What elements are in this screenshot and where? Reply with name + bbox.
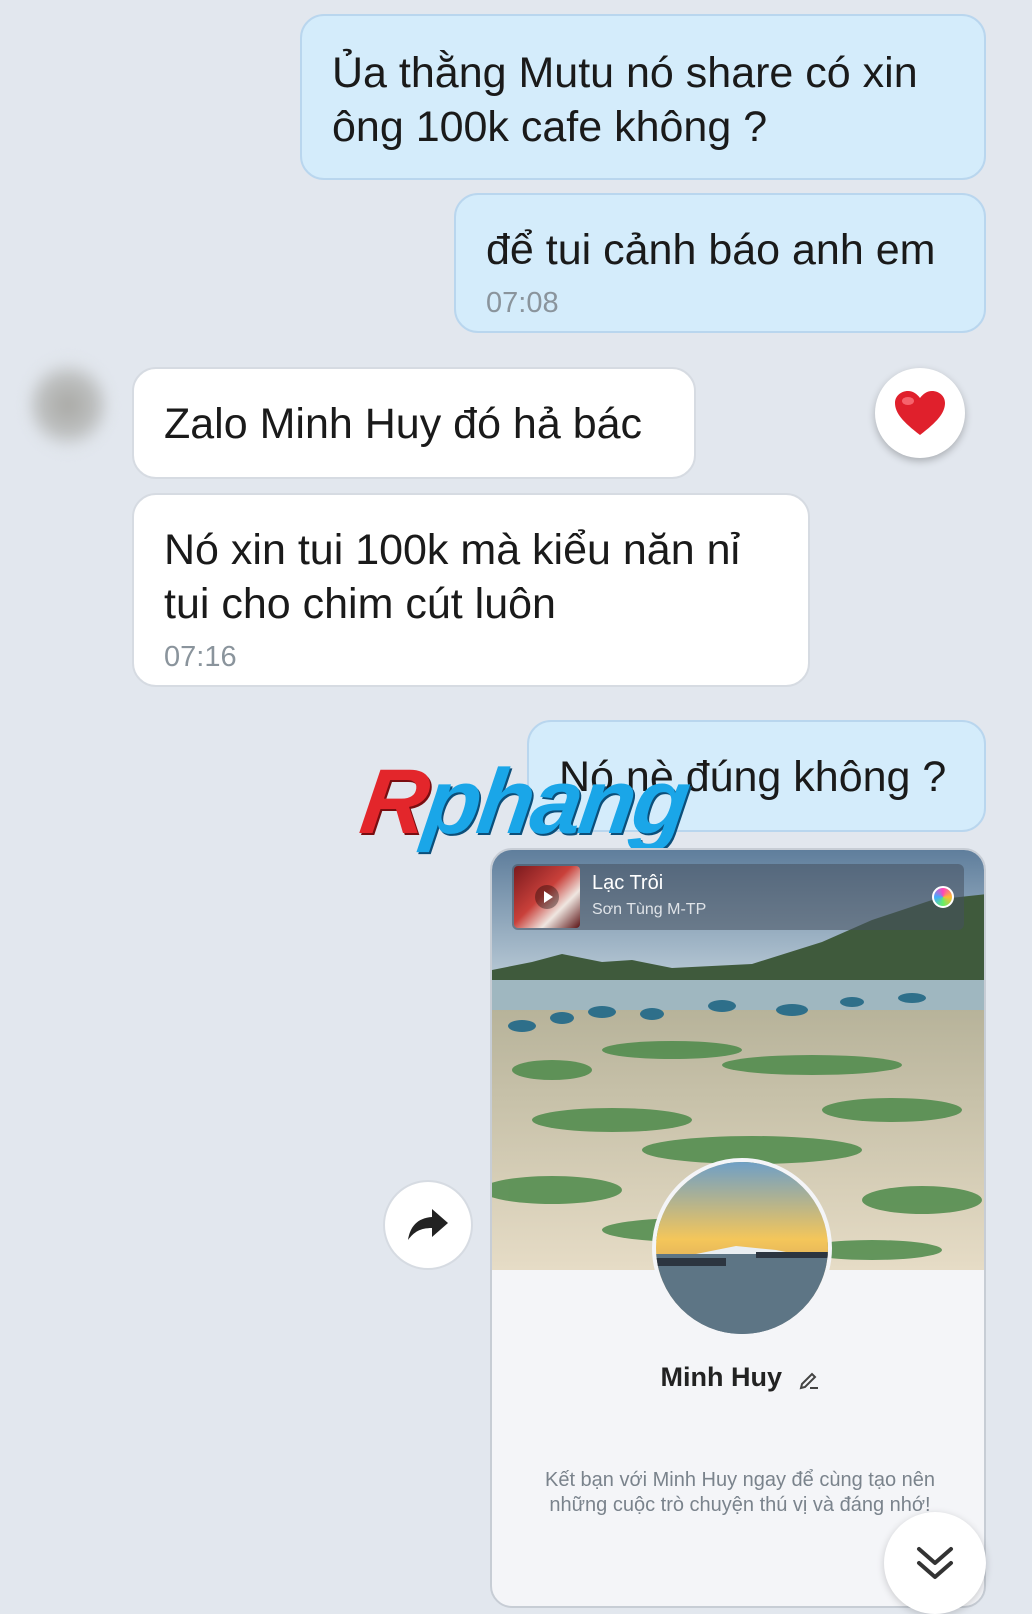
play-icon[interactable] — [534, 884, 560, 910]
message-timestamp: 07:16 — [164, 641, 237, 673]
message-bubble-sent[interactable]: để tui cảnh báo anh em 07:08 — [454, 193, 986, 333]
profile-name: Minh Huy — [492, 1362, 984, 1393]
message-bubble-received[interactable]: Zalo Minh Huy đó hả bác — [132, 367, 696, 479]
music-thumbnail — [514, 866, 580, 928]
message-text: Ủa thằng Mutu nó share có xin ông 100k c… — [332, 49, 918, 151]
scroll-to-bottom-button[interactable] — [884, 1512, 986, 1614]
heart-icon — [895, 391, 945, 435]
profile-avatar[interactable] — [652, 1158, 832, 1338]
forward-button[interactable] — [383, 1180, 473, 1270]
reaction-button[interactable] — [875, 368, 965, 458]
message-text: để tui cảnh báo anh em — [486, 226, 936, 274]
edit-pencil-icon[interactable] — [798, 1368, 820, 1390]
message-timestamp: 07:08 — [486, 287, 559, 319]
avatar-photo — [656, 1162, 828, 1334]
profile-name-text: Minh Huy — [660, 1362, 782, 1392]
music-disc-icon — [932, 886, 954, 908]
watermark-logo: Rphang — [355, 751, 694, 853]
message-text: Zalo Minh Huy đó hả bác — [164, 400, 643, 448]
message-bubble-sent[interactable]: Ủa thằng Mutu nó share có xin ông 100k c… — [300, 14, 986, 180]
profile-share-card[interactable]: Lạc Trôi Sơn Tùng M-TP Minh Huy Kết bạn … — [490, 848, 986, 1608]
message-bubble-received[interactable]: Nó xin tui 100k mà kiểu năn nỉ tui cho c… — [132, 493, 810, 687]
share-arrow-icon — [408, 1209, 448, 1240]
music-title: Lạc Trôi — [592, 872, 664, 894]
double-chevron-down-icon — [917, 1547, 953, 1579]
music-artist: Sơn Tùng M-TP — [592, 901, 707, 918]
profile-music-bar[interactable]: Lạc Trôi Sơn Tùng M-TP — [512, 864, 964, 930]
watermark-text: phang — [418, 751, 694, 853]
profile-description: Kết bạn với Minh Huy ngay để cùng tạo nê… — [544, 1469, 936, 1516]
message-text: Nó xin tui 100k mà kiểu năn nỉ tui cho c… — [164, 526, 741, 628]
sender-avatar[interactable] — [28, 360, 108, 450]
